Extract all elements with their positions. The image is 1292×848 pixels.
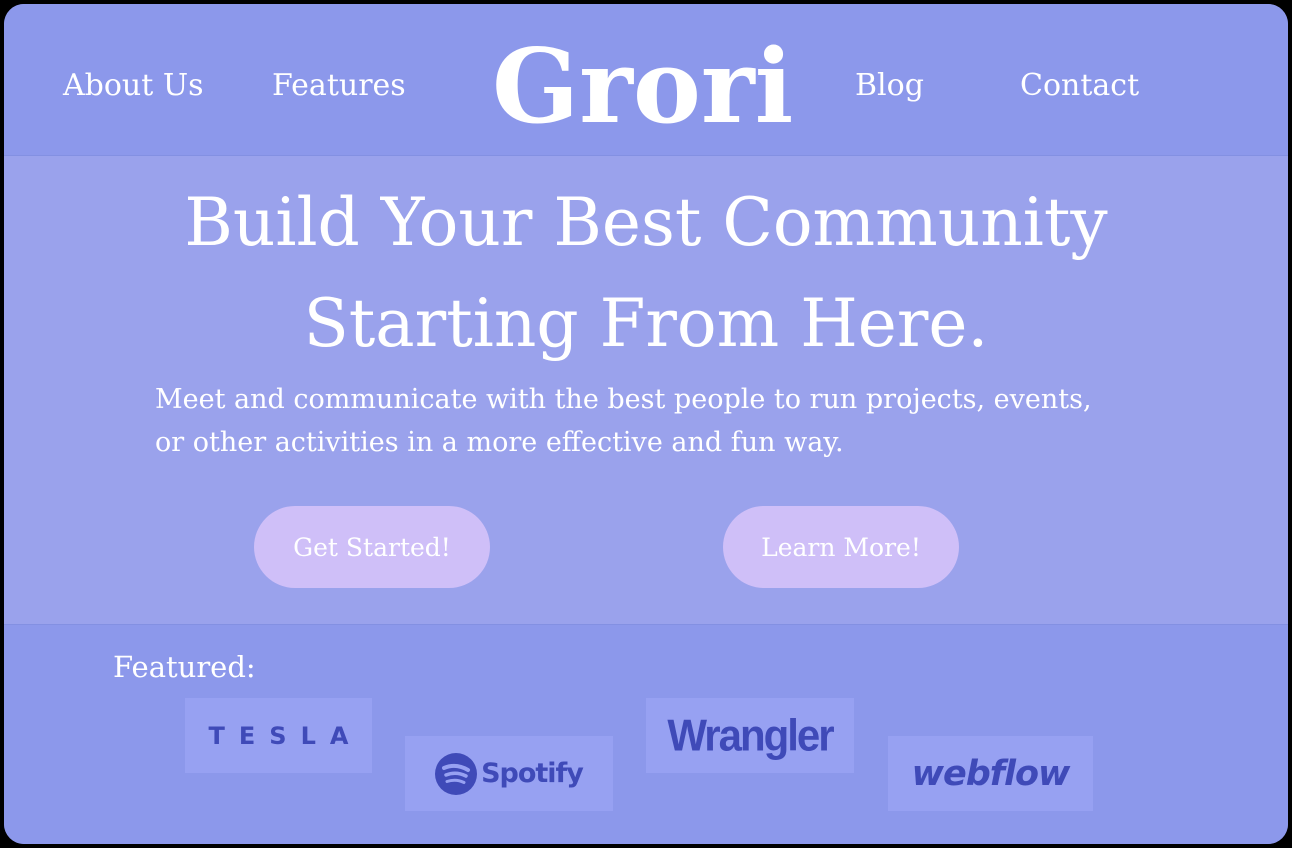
featured-section: Featured: TESLA Spotify Wrangler webflow	[4, 624, 1288, 844]
hero-title: Build Your Best Community Starting From …	[4, 172, 1288, 374]
webflow-logo-text: webflow	[911, 753, 1071, 794]
spotify-logo-text: Spotify	[481, 758, 584, 789]
tesla-logo-text: TESLA	[208, 721, 363, 750]
spotify-icon	[435, 752, 478, 795]
page-frame: About Us Features Grori Blog Contact Bui…	[4, 4, 1288, 844]
learn-more-button[interactable]: Learn More!	[723, 506, 959, 588]
spotify-logo[interactable]: Spotify	[405, 736, 613, 811]
hero-title-line-2: Starting From Here.	[303, 285, 989, 362]
wrangler-logo-text: Wrangler	[667, 710, 834, 760]
site-logo[interactable]: Grori	[492, 32, 793, 142]
nav-features[interactable]: Features	[272, 68, 406, 104]
wrangler-logo[interactable]: Wrangler	[646, 698, 854, 773]
nav-blog[interactable]: Blog	[855, 68, 924, 104]
hero-title-line-1: Build Your Best Community	[184, 184, 1108, 261]
nav-about-us[interactable]: About Us	[63, 68, 204, 104]
hero-section: Build Your Best Community Starting From …	[4, 156, 1288, 624]
hero-subtitle: Meet and communicate with the best peopl…	[155, 378, 1175, 464]
get-started-button[interactable]: Get Started!	[254, 506, 490, 588]
site-header: About Us Features Grori Blog Contact	[4, 4, 1288, 156]
hero-subtitle-line-2: or other activities in a more effective …	[155, 427, 844, 458]
webflow-logo[interactable]: webflow	[888, 736, 1093, 811]
nav-contact[interactable]: Contact	[1020, 68, 1139, 104]
tesla-logo[interactable]: TESLA	[185, 698, 372, 773]
featured-label: Featured:	[113, 650, 256, 684]
hero-subtitle-line-1: Meet and communicate with the best peopl…	[155, 384, 1092, 415]
